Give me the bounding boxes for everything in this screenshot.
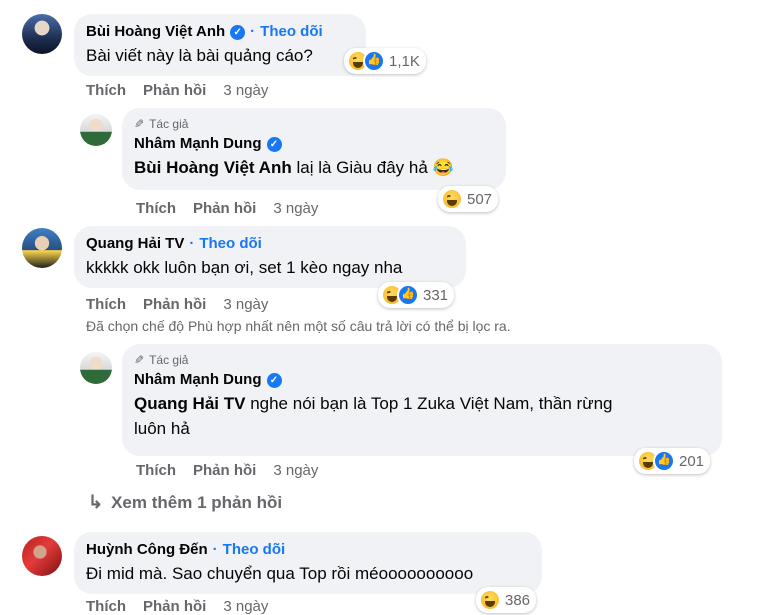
haha-icon: [479, 589, 501, 611]
comment-actions: Thích Phản hồi 3 ngày: [86, 598, 268, 615]
reaction-summary[interactable]: 1,1K: [344, 48, 426, 74]
reply-button[interactable]: Phản hồi: [143, 598, 206, 615]
mention-link[interactable]: Quang Hải TV: [134, 394, 245, 413]
reaction-count: 331: [423, 286, 449, 304]
like-button[interactable]: Thích: [136, 200, 176, 217]
reaction-summary[interactable]: 507: [438, 186, 499, 212]
view-more-replies-button[interactable]: ↳ Xem thêm 1 phản hồi: [88, 492, 282, 513]
timestamp[interactable]: 3 ngày: [273, 200, 318, 217]
reaction-count: 507: [467, 190, 493, 208]
comment-actions: Thích Phản hồi 3 ngày: [136, 462, 318, 479]
avatar[interactable]: [22, 536, 62, 576]
separator-dot: ·: [212, 541, 218, 558]
verified-badge-icon: ✓: [230, 24, 246, 40]
haha-icon: [441, 188, 463, 210]
comment-bubble: Huỳnh Công Đến · Theo dõi Đi mid mà. Sao…: [74, 532, 542, 594]
filter-notice: Đã chọn chế độ Phù hợp nhất nên một số c…: [86, 318, 511, 334]
like-button[interactable]: Thích: [86, 598, 126, 615]
author-tag: Tác giả: [149, 117, 189, 131]
separator-dot: ·: [189, 235, 195, 252]
comment-text: Đi mid mà. Sao chuyển qua Top rồi méoooo…: [86, 564, 474, 583]
like-icon: [397, 284, 419, 306]
reply-arrow-icon: ↳: [88, 492, 104, 512]
commenter-name[interactable]: Bùi Hoàng Việt Anh: [86, 22, 225, 42]
like-icon: [363, 50, 385, 72]
like-button[interactable]: Thích: [86, 296, 126, 313]
comment-text: laị là Giàu đây hả 😂: [291, 158, 454, 177]
follow-button[interactable]: Theo dõi: [199, 234, 262, 254]
avatar[interactable]: [80, 352, 112, 384]
comment-bubble: Bùi Hoàng Việt Anh ✓ · Theo dõi Bài viết…: [74, 14, 366, 76]
comment-actions: Thích Phản hồi 3 ngày: [86, 296, 268, 313]
like-button[interactable]: Thích: [86, 82, 126, 99]
mention-link[interactable]: Bùi Hoàng Việt Anh: [134, 158, 292, 177]
comment-text: nghe nói bạn là Top 1 Zuka Việt Nam, thầ…: [245, 394, 613, 413]
pen-icon: ✎: [134, 117, 145, 131]
view-more-replies-label: Xem thêm 1 phản hồi: [111, 492, 283, 512]
like-button[interactable]: Thích: [136, 462, 176, 479]
reaction-count: 201: [679, 452, 705, 470]
comment-actions: Thích Phản hồi 3 ngày: [86, 82, 268, 99]
comment-bubble: ✎ Tác giả Nhâm Mạnh Dung ✓ Bùi Hoàng Việ…: [122, 108, 506, 190]
reply-button[interactable]: Phản hồi: [193, 200, 256, 217]
verified-badge-icon: ✓: [266, 136, 282, 152]
reaction-summary[interactable]: 331: [378, 282, 455, 308]
commenter-name[interactable]: Nhâm Mạnh Dung: [134, 370, 262, 390]
comment-bubble: Quang Hải TV · Theo dõi kkkkk okk luôn b…: [74, 226, 466, 288]
comment-text: Bài viết này là bài quảng cáo?: [86, 46, 313, 65]
timestamp[interactable]: 3 ngày: [223, 598, 268, 615]
comment-text: kkkkk okk luôn bạn ơi, set 1 kèo ngay nh…: [86, 258, 403, 277]
reaction-summary[interactable]: 386: [476, 587, 537, 613]
reply-button[interactable]: Phản hồi: [193, 462, 256, 479]
comment-actions: Thích Phản hồi 3 ngày: [136, 200, 318, 217]
comment-bubble: ✎ Tác giả Nhâm Mạnh Dung ✓ Quang Hải TV …: [122, 344, 722, 456]
reaction-summary[interactable]: 201: [634, 448, 711, 474]
like-icon: [653, 450, 675, 472]
verified-badge-icon: ✓: [266, 372, 282, 388]
reaction-count: 1,1K: [389, 52, 420, 70]
comment-text-line2: luôn hả: [134, 419, 190, 438]
commenter-name[interactable]: Nhâm Mạnh Dung: [134, 134, 262, 154]
timestamp[interactable]: 3 ngày: [223, 82, 268, 99]
reply-button[interactable]: Phản hồi: [143, 82, 206, 99]
avatar[interactable]: [22, 14, 62, 54]
timestamp[interactable]: 3 ngày: [273, 462, 318, 479]
reaction-count: 386: [505, 591, 531, 609]
avatar[interactable]: [80, 114, 112, 146]
reply-button[interactable]: Phản hồi: [143, 296, 206, 313]
commenter-name[interactable]: Huỳnh Công Đến: [86, 540, 208, 560]
avatar[interactable]: [22, 228, 62, 268]
follow-button[interactable]: Theo dõi: [223, 540, 286, 560]
commenter-name[interactable]: Quang Hải TV: [86, 234, 184, 254]
pen-icon: ✎: [134, 353, 145, 367]
author-tag: Tác giả: [149, 353, 189, 367]
separator-dot: ·: [250, 23, 256, 40]
follow-button[interactable]: Theo dõi: [260, 22, 323, 42]
timestamp[interactable]: 3 ngày: [223, 296, 268, 313]
